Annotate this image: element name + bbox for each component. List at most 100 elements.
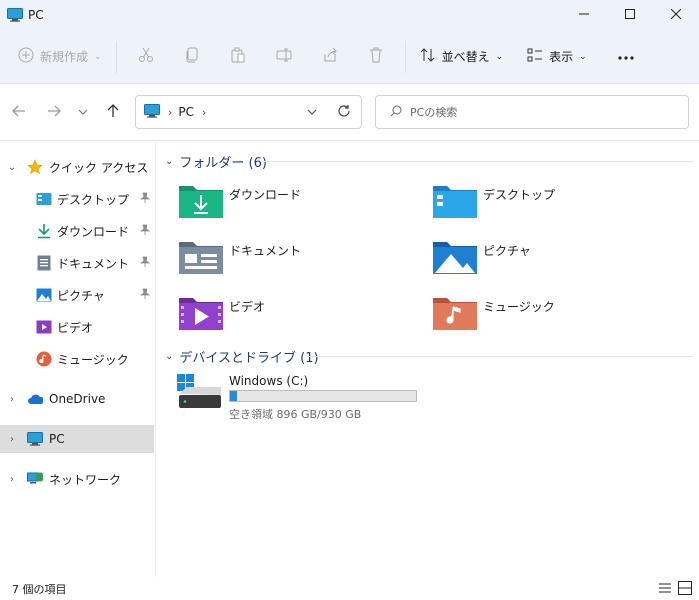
paste-button[interactable]: [215, 39, 261, 75]
sort-label: 並べ替え: [441, 50, 490, 64]
navigation-pane: ⌄ クイック アクセス デスクトップ ダウンロード ドキュメント ピクチャ ビデ…: [0, 142, 156, 577]
search-icon: [390, 105, 402, 120]
more-button[interactable]: [603, 39, 649, 75]
chevron-down-icon: [78, 105, 88, 119]
drive-c[interactable]: Windows (C:) 空き領域 896 GB/930 GB: [177, 374, 477, 424]
folder-name: ドキュメント: [229, 244, 302, 258]
up-button[interactable]: [101, 100, 125, 124]
window-title: PC: [28, 8, 44, 22]
status-bar: 7 個の項目: [0, 577, 699, 600]
details-view-icon: [658, 582, 672, 597]
sort-icon: [420, 47, 436, 66]
chevron-right-icon[interactable]: ›: [6, 474, 18, 485]
new-label: 新規作成: [40, 50, 89, 64]
star-icon: [27, 159, 43, 175]
minimize-button[interactable]: [561, 0, 607, 30]
chevron-down-icon: ⌄: [94, 51, 102, 62]
pc-icon: [6, 7, 24, 23]
breadcrumb-pc[interactable]: PC: [178, 105, 194, 119]
sidebar-item-label: ネットワーク: [49, 472, 122, 487]
sidebar-item-desktop[interactable]: デスクトップ: [0, 185, 154, 213]
chevron-down-icon: ⌄: [165, 351, 174, 362]
sidebar-item-label: ダウンロード: [57, 224, 130, 239]
forward-button[interactable]: [42, 100, 66, 124]
breadcrumb-separator-icon[interactable]: ›: [202, 106, 206, 119]
drives-group-header[interactable]: ⌄ デバイスとドライブ (1): [165, 347, 319, 366]
cut-button[interactable]: [123, 39, 169, 75]
sidebar-item-quick-access[interactable]: ⌄ クイック アクセス: [0, 153, 154, 181]
separator: [115, 40, 117, 73]
delete-icon: [368, 47, 384, 66]
folders-group-header[interactable]: ⌄ フォルダー (6): [165, 152, 267, 171]
sidebar-item-label: ピクチャ: [57, 288, 105, 303]
sort-button[interactable]: 並べ替え ⌄: [412, 39, 512, 75]
folder-name: ダウンロード: [229, 188, 302, 202]
sidebar-item-label: ドキュメント: [57, 256, 130, 271]
command-bar: 新規作成 ⌄ 並べ替え ⌄ 表示 ⌄: [0, 30, 699, 84]
rename-button[interactable]: [261, 39, 307, 75]
sidebar-item-label: ミュージック: [57, 352, 129, 367]
back-button[interactable]: [7, 100, 31, 124]
pin-icon[interactable]: [139, 256, 151, 271]
sidebar-item-label: OneDrive: [49, 392, 106, 406]
sidebar-item-onedrive[interactable]: › OneDrive: [0, 385, 154, 413]
sidebar-item-downloads[interactable]: ダウンロード: [0, 217, 154, 245]
sidebar-item-music[interactable]: ミュージック: [0, 345, 154, 373]
pin-icon[interactable]: [139, 288, 151, 303]
recent-locations-button[interactable]: [73, 100, 93, 124]
refresh-icon[interactable]: [337, 104, 351, 121]
view-icon: [527, 47, 543, 66]
sidebar-item-label: デスクトップ: [57, 192, 130, 207]
sidebar-item-network[interactable]: › ネットワーク: [0, 465, 154, 493]
rename-icon: [276, 47, 292, 66]
share-button[interactable]: [307, 39, 353, 75]
folder-videos[interactable]: ビデオ: [179, 294, 379, 334]
pictures-folder-icon: [433, 238, 477, 276]
more-icon: [617, 50, 635, 64]
address-history-dropdown[interactable]: [307, 105, 317, 119]
pin-icon[interactable]: [139, 224, 151, 239]
maximize-button[interactable]: [607, 0, 653, 30]
view-button[interactable]: 表示 ⌄: [519, 39, 595, 75]
document-icon: [36, 255, 52, 271]
sidebar-item-pc[interactable]: › PC: [0, 425, 154, 453]
item-count: 7 個の項目: [12, 582, 67, 596]
video-icon: [36, 319, 52, 335]
folder-desktop[interactable]: デスクトップ: [433, 182, 633, 222]
folder-pictures[interactable]: ピクチャ: [433, 238, 633, 278]
group-divider: [307, 356, 693, 357]
pin-icon[interactable]: [139, 192, 151, 207]
delete-button[interactable]: [353, 39, 399, 75]
pictures-icon: [36, 287, 52, 303]
new-button[interactable]: 新規作成 ⌄: [10, 39, 110, 75]
sidebar-item-pictures[interactable]: ピクチャ: [0, 281, 154, 309]
details-view-button[interactable]: [655, 579, 675, 599]
tiles-view-button[interactable]: [675, 579, 695, 599]
close-button[interactable]: [653, 0, 699, 30]
chevron-right-icon[interactable]: ›: [6, 434, 18, 445]
network-icon: [27, 471, 43, 487]
view-label: 表示: [549, 50, 574, 64]
arrow-right-icon: [46, 103, 62, 122]
music-icon: [36, 351, 52, 367]
drives-header-label: デバイスとドライブ (1): [179, 351, 319, 366]
sidebar-item-videos[interactable]: ビデオ: [0, 313, 154, 341]
folder-documents[interactable]: ドキュメント: [179, 238, 379, 278]
chevron-down-icon[interactable]: ⌄: [6, 162, 18, 173]
chevron-right-icon[interactable]: ›: [6, 394, 18, 405]
folder-name: デスクトップ: [483, 188, 556, 202]
tiles-view-icon: [678, 580, 692, 598]
address-bar[interactable]: › PC ›: [135, 95, 362, 129]
pc-icon: [144, 103, 160, 121]
sidebar-item-label: ビデオ: [57, 320, 94, 335]
sidebar-item-documents[interactable]: ドキュメント: [0, 249, 154, 277]
copy-button[interactable]: [169, 39, 215, 75]
arrow-left-icon: [11, 103, 27, 122]
folders-header-label: フォルダー (6): [179, 156, 267, 171]
documents-folder-icon: [179, 238, 223, 276]
folder-downloads[interactable]: ダウンロード: [179, 182, 379, 222]
sidebar-item-label: クイック アクセス: [49, 160, 149, 175]
folder-music[interactable]: ミュージック: [433, 294, 633, 334]
chevron-down-icon: ⌄: [165, 156, 174, 167]
search-input[interactable]: PCの検索: [375, 95, 689, 129]
